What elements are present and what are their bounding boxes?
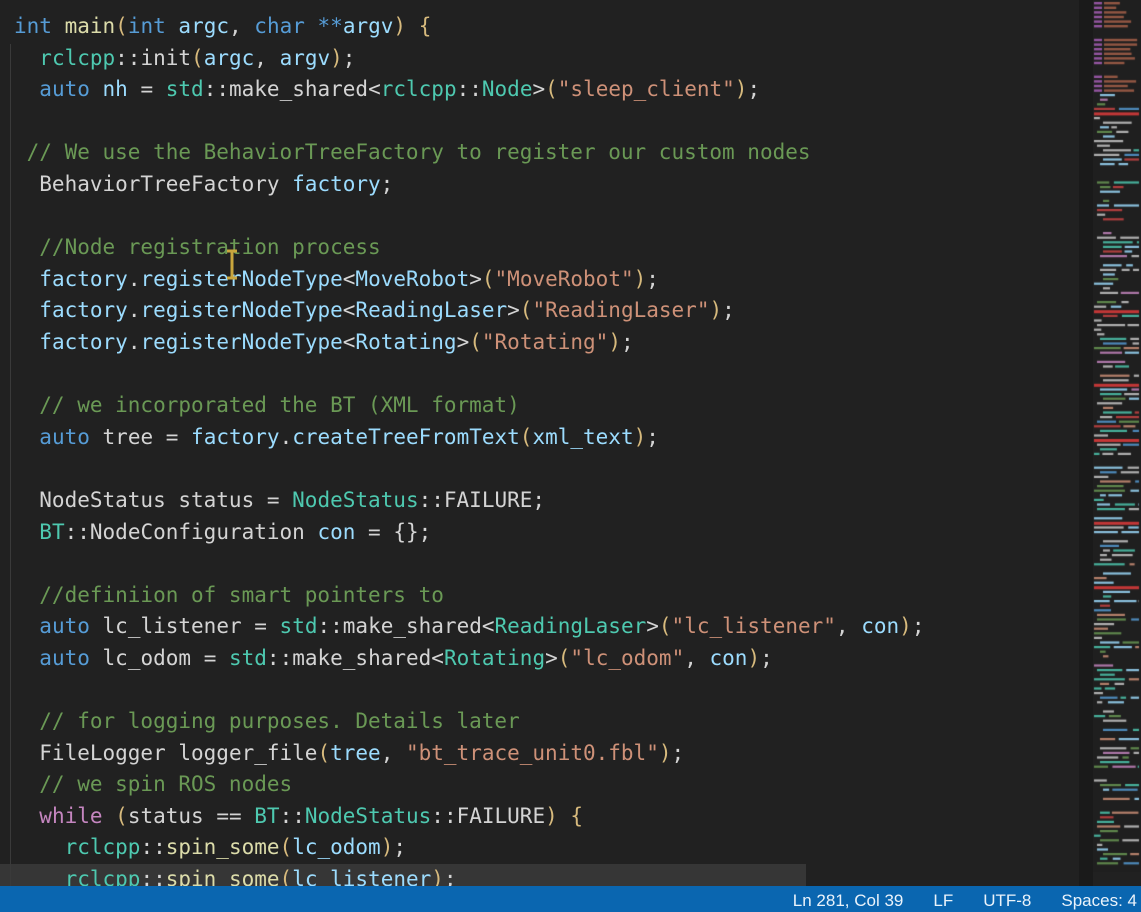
status-bar: Ln 281, Col 39 LF UTF-8 Spaces: 4 [0, 886, 1141, 912]
code-line: BT::NodeConfiguration con = {}; [0, 517, 924, 549]
code-line [0, 674, 924, 706]
code-line: factory.registerNodeType<ReadingLaser>("… [0, 295, 924, 327]
code-line: auto lc_odom = std::make_shared<Rotating… [0, 643, 924, 675]
code-line: auto tree = factory.createTreeFromText(x… [0, 422, 924, 454]
code-line: factory.registerNodeType<MoveRobot>("Mov… [0, 264, 924, 296]
status-cursor-position[interactable]: Ln 281, Col 39 [793, 891, 904, 911]
code-line [0, 106, 924, 138]
code-line: //Node registration process [0, 232, 924, 264]
minimap[interactable] [1093, 0, 1141, 872]
code-line: while (status == BT::NodeStatus::FAILURE… [0, 801, 924, 833]
code-line [0, 201, 924, 233]
code-line: // we incorporated the BT (XML format) [0, 390, 924, 422]
code-line: rclcpp::spin_some(lc_odom); [0, 832, 924, 864]
code-line: auto nh = std::make_shared<rclcpp::Node>… [0, 74, 924, 106]
code-editor[interactable]: int main(int argc, char **argv) { rclcpp… [0, 11, 924, 896]
vscode-editor-window: int main(int argc, char **argv) { rclcpp… [0, 0, 1141, 912]
code-line: int main(int argc, char **argv) { [0, 11, 924, 43]
code-line: //definiion of smart pointers to [0, 580, 924, 612]
code-line: // we spin ROS nodes [0, 769, 924, 801]
code-line [0, 453, 924, 485]
code-line: rclcpp::init(argc, argv); [0, 43, 924, 75]
code-line [0, 548, 924, 580]
code-line: // for logging purposes. Details later [0, 706, 924, 738]
minimap-left-shade [1079, 0, 1093, 886]
status-indentation[interactable]: Spaces: 4 [1061, 891, 1137, 911]
code-line: NodeStatus status = NodeStatus::FAILURE; [0, 485, 924, 517]
code-line: FileLogger logger_file(tree, "bt_trace_u… [0, 738, 924, 770]
status-encoding[interactable]: UTF-8 [983, 891, 1031, 911]
status-eol-sequence[interactable]: LF [933, 891, 953, 911]
code-line: // We use the BehaviorTreeFactory to reg… [0, 137, 924, 169]
code-line [0, 359, 924, 391]
code-line: factory.registerNodeType<Rotating>("Rota… [0, 327, 924, 359]
ibeam-cursor [222, 248, 242, 286]
code-line: auto lc_listener = std::make_shared<Read… [0, 611, 924, 643]
code-line: BehaviorTreeFactory factory; [0, 169, 924, 201]
